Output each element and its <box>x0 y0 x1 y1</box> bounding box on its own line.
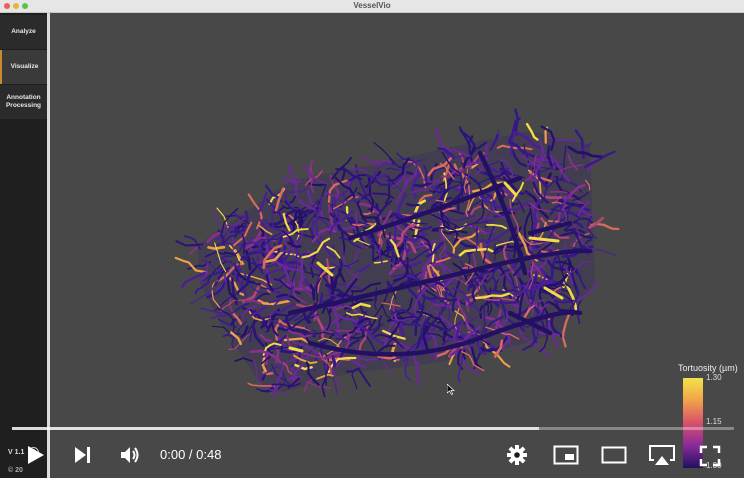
window-title: VesselVio <box>353 1 391 10</box>
fullscreen-icon[interactable] <box>699 445 721 467</box>
miniplayer-icon[interactable] <box>553 445 579 465</box>
copyright-label: © 20 <box>8 467 23 474</box>
vessel-segment <box>175 240 204 247</box>
sidebar-item-annotation-processing[interactable]: Annotation Processing <box>0 85 47 119</box>
vessel-segment <box>358 368 371 387</box>
vessel-segment <box>183 235 202 250</box>
vessel-segment <box>354 211 358 225</box>
vessel-segment <box>481 218 495 222</box>
colorbar-tick-max: 1.30 <box>706 373 722 382</box>
vessel-segment <box>282 177 301 185</box>
time-display: 0:00 / 0:48 <box>160 447 222 462</box>
vessel-segment <box>415 360 421 386</box>
sidebar-item-analyze[interactable]: Analyze <box>0 15 47 49</box>
airplay-icon[interactable] <box>648 444 676 466</box>
version-label: V 1.1 <box>8 449 25 456</box>
mouse-cursor-icon <box>447 384 455 395</box>
title-bar: VesselVio <box>0 0 744 13</box>
3d-viewport[interactable]: Tortuosity (µm) 1.30 1.15 1.00 <box>50 13 744 478</box>
settings-gear-icon[interactable] <box>506 444 528 466</box>
theater-mode-icon[interactable] <box>601 446 627 464</box>
vessel-segment <box>475 216 491 219</box>
colorbar-title: Tortuosity (µm) <box>678 363 738 373</box>
vessel-segment <box>351 370 358 390</box>
next-icon[interactable] <box>73 446 93 464</box>
sidebar-item-visualize[interactable]: Visualize <box>0 50 47 84</box>
vessel-segment <box>393 224 397 245</box>
vessel-network-render[interactable] <box>50 13 744 478</box>
sidebar: Analyze Visualize Annotation Processing … <box>0 13 47 478</box>
vessel-segment <box>331 225 360 231</box>
progress-fill <box>12 427 540 430</box>
play-icon[interactable] <box>24 444 46 466</box>
volume-icon[interactable] <box>119 445 143 465</box>
colorbar-tick-mid: 1.15 <box>706 417 722 426</box>
